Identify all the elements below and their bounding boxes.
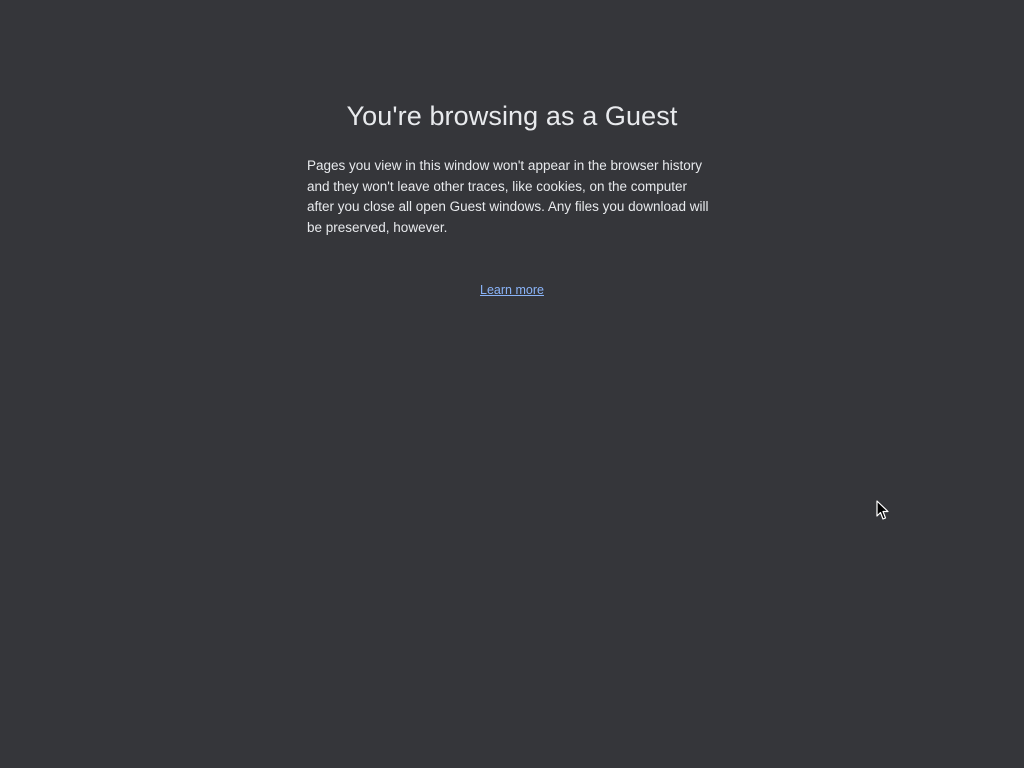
mouse-pointer-icon <box>876 500 889 520</box>
learn-more-link[interactable]: Learn more <box>480 283 544 297</box>
page-title: You're browsing as a Guest <box>346 101 678 131</box>
guest-page: You're browsing as a Guest Pages you vie… <box>0 0 1024 768</box>
guest-info-panel: You're browsing as a Guest Pages you vie… <box>307 98 717 299</box>
learn-more-row: Learn more <box>307 281 717 299</box>
guest-description: Pages you view in this window won't appe… <box>307 158 709 235</box>
